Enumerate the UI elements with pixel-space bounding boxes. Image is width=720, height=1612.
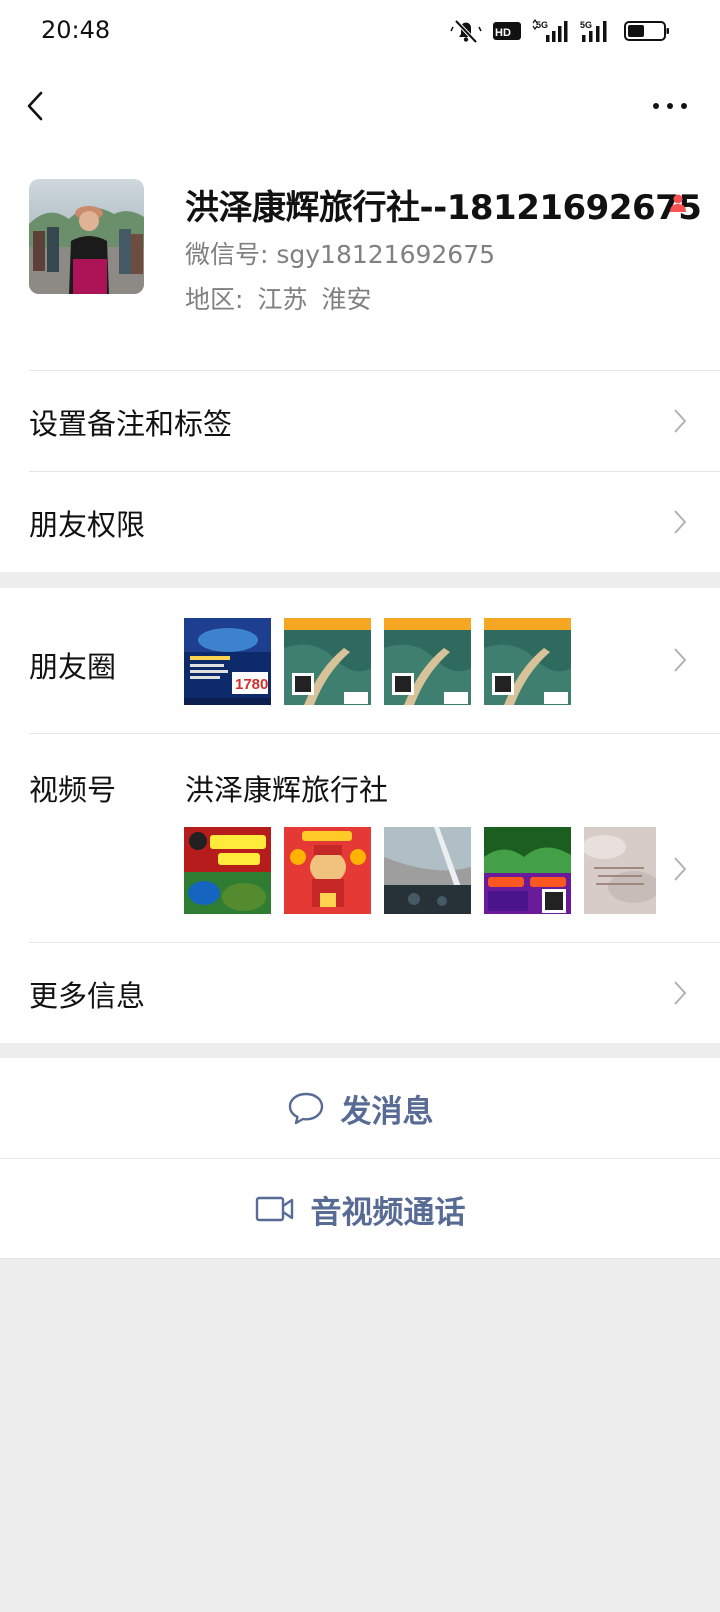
profile-name: 洪泽康辉旅行社--18121692675 — [185, 188, 702, 228]
avatar[interactable] — [29, 179, 144, 294]
more-options-icon[interactable] — [650, 96, 690, 116]
chat-bubble-icon — [288, 1092, 323, 1125]
hd-voice-icon: HD — [493, 22, 521, 40]
moments-thumb-2[interactable] — [284, 618, 371, 705]
region-province: 江苏 — [257, 285, 308, 314]
more-info-row[interactable]: 更多信息 — [0, 943, 720, 1043]
svg-text:5G: 5G — [580, 20, 592, 30]
more-info-label: 更多信息 — [29, 979, 146, 1013]
channels-label: 视频号 — [29, 773, 117, 807]
svg-text:5G: 5G — [536, 20, 548, 30]
channels-thumb-2[interactable] — [284, 827, 371, 914]
region: 地区: 江苏 淮安 — [185, 280, 371, 316]
audio-video-call-button[interactable]: 音视频通话 — [0, 1159, 720, 1259]
channels-account-name: 洪泽康辉旅行社 — [185, 773, 389, 807]
friend-permissions-row[interactable]: 朋友权限 — [0, 472, 720, 572]
chevron-right-icon — [674, 409, 687, 433]
moments-thumb-3[interactable] — [384, 618, 471, 705]
signal-5g-icon-2: 5G — [580, 20, 607, 42]
send-message-label: 发消息 — [340, 1093, 434, 1130]
video-camera-icon — [255, 1196, 293, 1222]
moments-thumb-4[interactable] — [484, 618, 571, 705]
svg-text:1780: 1780 — [235, 676, 268, 693]
remark-tags-label: 设置备注和标签 — [29, 407, 233, 441]
audio-video-call-label: 音视频通话 — [310, 1194, 466, 1231]
svg-text:HD: HD — [495, 27, 511, 39]
moments-label: 朋友圈 — [29, 650, 117, 684]
moments-thumb-1[interactable]: 1780 — [184, 618, 271, 705]
chevron-right-icon — [674, 981, 687, 1005]
divider — [0, 1258, 720, 1259]
wechat-id: 微信号: sgy18121692675 — [185, 240, 496, 269]
back-icon[interactable] — [22, 86, 52, 126]
chevron-right-icon — [674, 857, 687, 881]
chevron-right-icon — [674, 510, 687, 534]
channels-thumb-4[interactable] — [484, 827, 571, 914]
battery-icon — [624, 21, 669, 41]
status-bar: 20:48 HD 5G 5G — [0, 0, 720, 64]
mute-bell-icon — [450, 19, 482, 44]
female-user-icon — [670, 194, 686, 212]
channels-row[interactable]: 视频号 — [0, 734, 720, 941]
signal-5g-icon-1: 5G — [532, 19, 568, 42]
send-message-button[interactable]: 发消息 — [0, 1058, 720, 1158]
remark-tags-row[interactable]: 设置备注和标签 — [0, 371, 720, 471]
channels-thumb-3[interactable] — [384, 827, 471, 914]
channels-thumb-5[interactable] — [584, 827, 656, 914]
region-city: 淮安 — [321, 285, 372, 314]
status-time: 20:48 — [41, 16, 111, 44]
region-label: 地区: — [185, 285, 244, 314]
friend-permissions-label: 朋友权限 — [29, 508, 146, 542]
moments-row[interactable]: 朋友圈 1780 — [0, 588, 720, 733]
channels-thumb-1[interactable] — [184, 827, 271, 914]
chevron-right-icon — [674, 648, 687, 672]
